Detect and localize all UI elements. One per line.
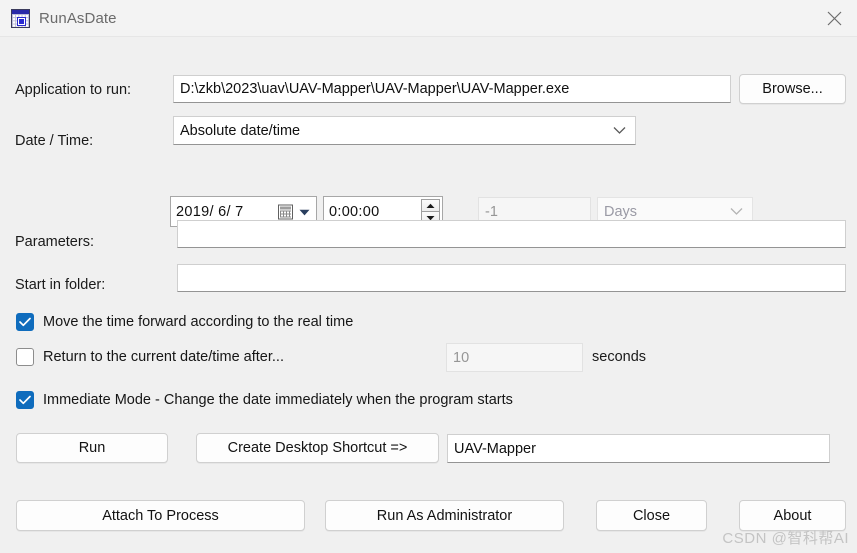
runasdate-window: RunAsDate Application to run: D:\zkb\202… — [0, 0, 857, 553]
parameters-label: Parameters: — [15, 234, 94, 250]
application-to-run-label: Application to run: — [15, 82, 132, 98]
close-button[interactable]: Close — [596, 500, 707, 531]
return-to-current-checkbox[interactable] — [16, 348, 34, 366]
move-time-forward-checkbox-row[interactable]: Move the time forward according to the r… — [16, 313, 353, 331]
immediate-mode-label: Immediate Mode - Change the date immedia… — [43, 392, 513, 408]
seconds-unit-label: seconds — [592, 349, 647, 365]
start-in-folder-label: Start in folder: — [15, 277, 106, 293]
time-value: 0:00:00 — [329, 203, 380, 220]
chevron-down-icon — [730, 204, 743, 220]
title-bar: RunAsDate — [0, 0, 857, 37]
calendar-picker-icon[interactable] — [278, 204, 293, 219]
return-to-current-checkbox-row[interactable]: Return to the current date/time after... — [16, 348, 284, 366]
application-to-run-input[interactable]: D:\zkb\2023\uav\UAV-Mapper\UAV-Mapper\UA… — [173, 75, 731, 103]
date-time-mode-select[interactable]: Absolute date/time — [173, 116, 636, 145]
immediate-mode-checkbox[interactable] — [16, 391, 34, 409]
check-icon — [19, 317, 31, 327]
run-as-administrator-button[interactable]: Run As Administrator — [325, 500, 564, 531]
offset-unit-value: Days — [604, 203, 638, 220]
date-time-mode-value: Absolute date/time — [180, 122, 301, 139]
calendar-dropdown-icon[interactable] — [299, 204, 310, 220]
date-value: 2019/ 6/ 7 — [176, 203, 244, 220]
attach-to-process-button[interactable]: Attach To Process — [16, 500, 305, 531]
return-seconds-input[interactable]: 10 — [446, 343, 583, 372]
shortcut-name-input[interactable]: UAV-Mapper — [447, 434, 830, 463]
close-icon — [827, 11, 841, 25]
immediate-mode-checkbox-row[interactable]: Immediate Mode - Change the date immedia… — [16, 391, 513, 409]
watermark: CSDN @智科帮AI — [722, 530, 849, 547]
move-time-forward-checkbox[interactable] — [16, 313, 34, 331]
dialog-body: Application to run: D:\zkb\2023\uav\UAV-… — [0, 37, 857, 553]
create-desktop-shortcut-button[interactable]: Create Desktop Shortcut => — [196, 433, 439, 463]
check-icon — [19, 395, 31, 405]
close-window-button[interactable] — [811, 0, 857, 36]
return-to-current-label: Return to the current date/time after... — [43, 349, 284, 365]
parameters-input[interactable] — [177, 220, 846, 248]
run-button[interactable]: Run — [16, 433, 168, 463]
chevron-down-icon — [613, 123, 626, 139]
window-title: RunAsDate — [39, 9, 117, 27]
date-time-label: Date / Time: — [15, 133, 94, 149]
move-time-forward-label: Move the time forward according to the r… — [43, 314, 354, 330]
time-spinner-up[interactable] — [421, 199, 440, 211]
calendar-icon — [11, 8, 30, 28]
start-in-folder-input[interactable] — [177, 264, 846, 292]
browse-button[interactable]: Browse... — [739, 74, 846, 104]
caret-up-icon — [426, 203, 435, 208]
